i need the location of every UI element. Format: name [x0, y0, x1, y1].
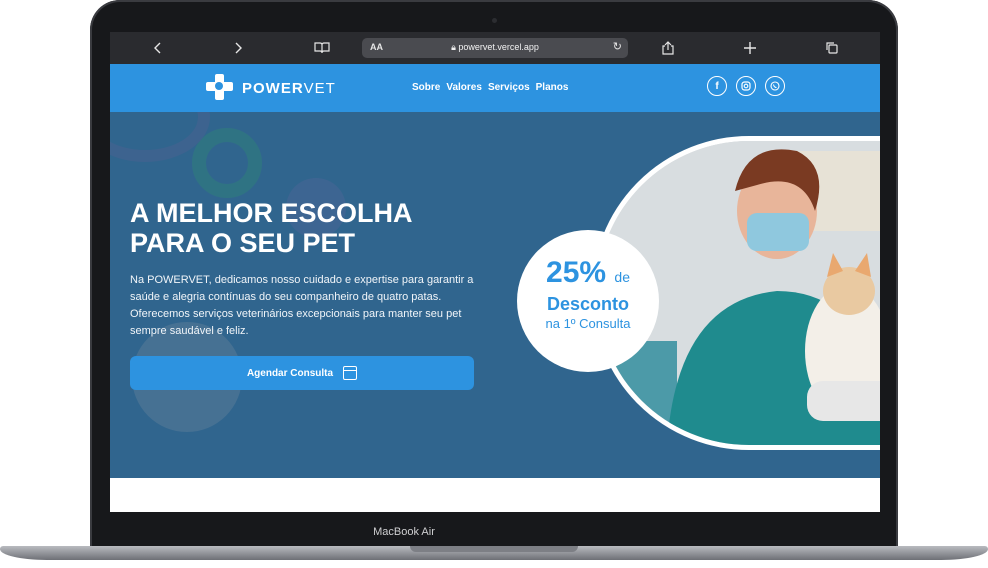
site-header: POWERVET Sobre Valores Serviços Planos f: [110, 64, 880, 112]
address-bar[interactable]: AA 🔒︎ powervet.vercel.app ↻: [362, 38, 628, 58]
back-icon[interactable]: [148, 38, 168, 58]
reload-icon[interactable]: ↻: [613, 40, 622, 53]
book-icon[interactable]: [312, 38, 332, 58]
facebook-icon[interactable]: f: [707, 76, 727, 96]
screen: AA 🔒︎ powervet.vercel.app ↻ POWERVET Sob…: [110, 32, 880, 512]
discount-condition: na 1º Consulta: [545, 316, 631, 331]
tabs-icon[interactable]: [822, 38, 842, 58]
laptop-notch: [410, 546, 578, 552]
share-icon[interactable]: [658, 38, 678, 58]
instagram-icon[interactable]: [736, 76, 756, 96]
discount-badge: 25% de Desconto na 1º Consulta: [517, 230, 659, 372]
device-label: MacBook Air: [373, 526, 435, 538]
main-nav: Sobre Valores Serviços Planos: [412, 82, 568, 93]
cta-label: Agendar Consulta: [246, 367, 334, 379]
nav-sobre[interactable]: Sobre: [412, 82, 440, 93]
discount-percent: 25% de: [546, 256, 630, 289]
next-section: [110, 478, 880, 512]
whatsapp-icon[interactable]: [765, 76, 785, 96]
discount-label: Desconto: [546, 294, 629, 314]
url-text: 🔒︎ powervet.vercel.app: [451, 42, 539, 52]
forward-icon[interactable]: [228, 38, 248, 58]
logo-text[interactable]: POWERVET: [242, 80, 336, 97]
logo-icon[interactable]: [206, 74, 234, 100]
nav-valores[interactable]: Valores: [446, 82, 482, 93]
camera: [492, 18, 497, 23]
calendar-icon: [343, 366, 358, 380]
hero-section: A MELHOR ESCOLHA PARA O SEU PET Na POWERV…: [110, 112, 880, 478]
schedule-appointment-button[interactable]: Agendar Consulta: [130, 356, 474, 390]
safari-toolbar: AA 🔒︎ powervet.vercel.app ↻: [110, 32, 880, 64]
hero-title: A MELHOR ESCOLHA PARA O SEU PET: [130, 198, 413, 258]
nav-planos[interactable]: Planos: [536, 82, 569, 93]
nav-servicos[interactable]: Serviços: [488, 82, 530, 93]
plus-icon[interactable]: [740, 38, 760, 58]
hero-description: Na POWERVET, dedicamos nosso cuidado e e…: [130, 274, 474, 337]
